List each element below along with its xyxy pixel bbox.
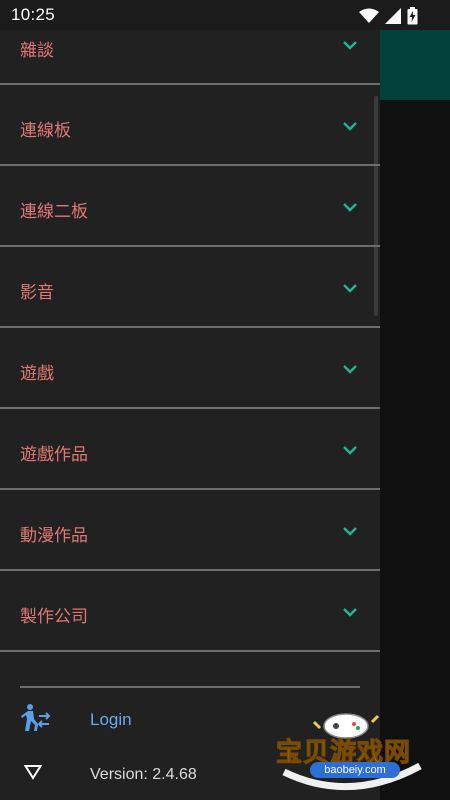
battery-charging-icon xyxy=(407,7,418,25)
category-item-online-board[interactable]: 連線板 xyxy=(0,85,380,166)
divider xyxy=(0,650,380,652)
wifi-icon xyxy=(359,8,379,24)
status-icons xyxy=(359,7,418,25)
category-label: 製作公司 xyxy=(20,607,88,627)
status-time: 10:25 xyxy=(11,5,56,24)
chevron-down-icon[interactable] xyxy=(342,607,358,617)
chevron-down-icon[interactable] xyxy=(342,526,358,536)
chevron-down-icon[interactable] xyxy=(342,40,358,50)
watermark-url: baobeiy.com xyxy=(310,762,400,778)
status-bar: 10:25 xyxy=(0,0,450,30)
person-walking-icon xyxy=(20,702,52,738)
triangle-down-icon xyxy=(23,764,43,784)
navigation-drawer: 雜談 連線板 連線二板 影音 遊戲 遊戲作品 動漫作品 製作公司 Login V… xyxy=(0,0,380,800)
category-label: 影音 xyxy=(20,283,54,303)
version-label: Version: 2.4.68 xyxy=(90,766,197,783)
login-label: Login xyxy=(90,710,132,729)
category-item-games[interactable]: 遊戲 xyxy=(0,328,380,409)
signal-icon xyxy=(385,8,401,24)
category-item-online-board-2[interactable]: 連線二板 xyxy=(0,166,380,247)
category-item-media[interactable]: 影音 xyxy=(0,247,380,328)
category-label: 遊戲 xyxy=(20,364,54,384)
chevron-down-icon[interactable] xyxy=(342,283,358,293)
category-label: 連線板 xyxy=(20,121,71,141)
category-item-studios[interactable]: 製作公司 xyxy=(0,571,380,652)
chevron-down-icon[interactable] xyxy=(342,202,358,212)
category-item-game-works[interactable]: 遊戲作品 xyxy=(0,409,380,490)
divider xyxy=(20,686,360,688)
watermark-logo: 宝贝游戏网 baobeiy.com xyxy=(270,700,430,796)
category-label: 連線二板 xyxy=(20,202,88,222)
chevron-down-icon[interactable] xyxy=(342,364,358,374)
chevron-down-icon[interactable] xyxy=(342,121,358,131)
category-label: 遊戲作品 xyxy=(20,445,88,465)
chevron-down-icon[interactable] xyxy=(342,445,358,455)
category-item-anime-works[interactable]: 動漫作品 xyxy=(0,490,380,571)
category-label: 雜談 xyxy=(20,41,54,61)
category-label: 動漫作品 xyxy=(20,526,88,546)
